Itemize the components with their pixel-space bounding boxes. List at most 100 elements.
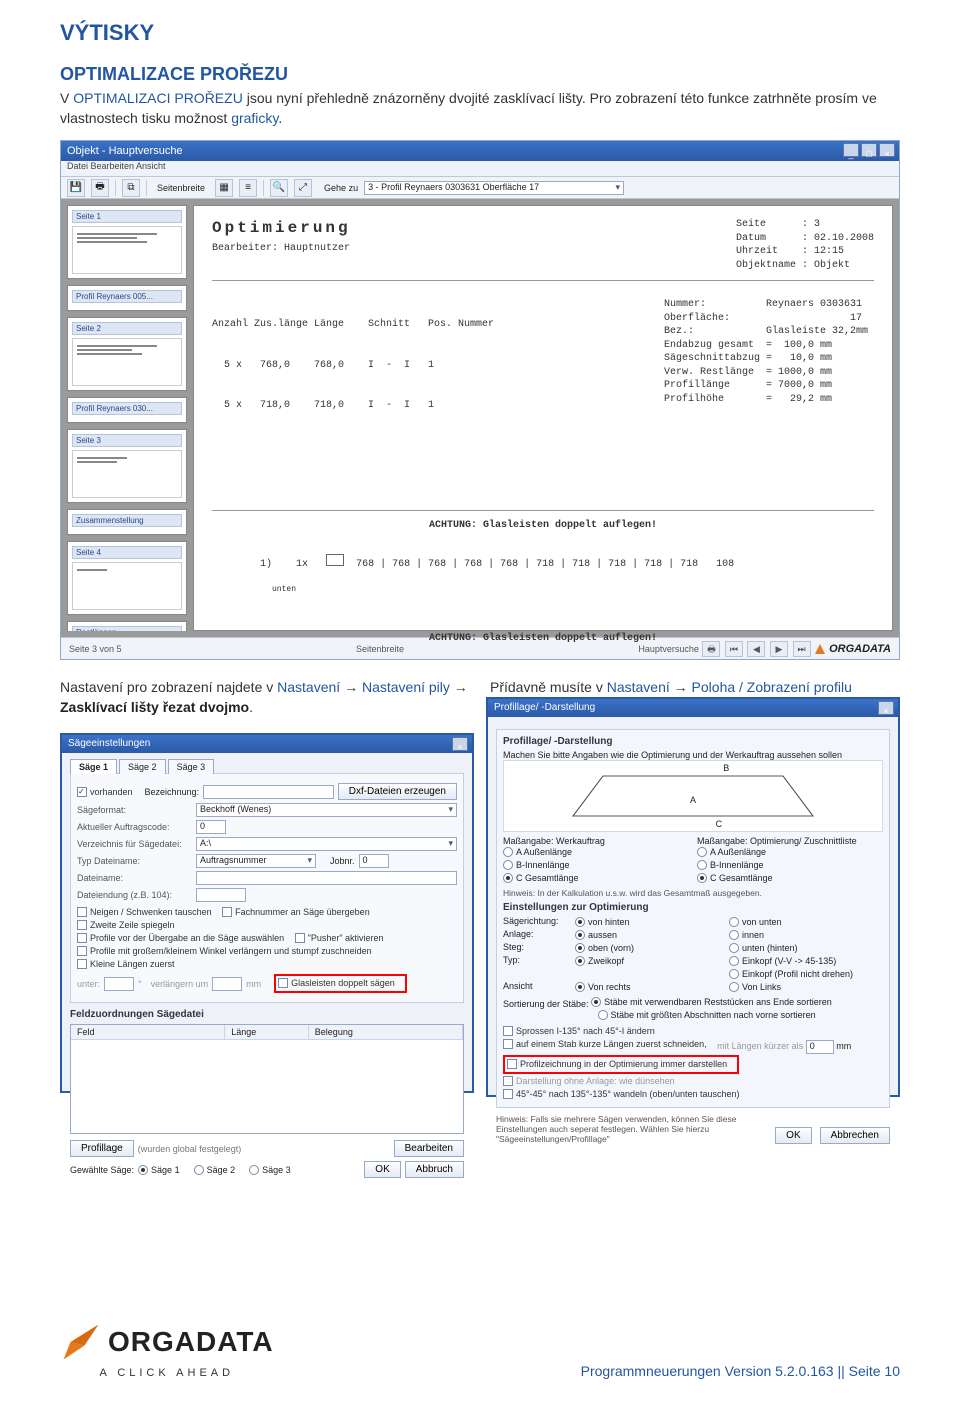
logo-arrow-icon (60, 1321, 102, 1363)
jobnr-input[interactable]: 0 (359, 854, 389, 868)
chk-profile-verlangern[interactable]: Profile mit großem/kleinem Winkel verlän… (77, 946, 372, 956)
chk-neigen[interactable]: Neigen / Schwenken tauschen (77, 907, 212, 917)
thumb-block[interactable]: Zusammenstellung (67, 509, 187, 535)
typ-dateiname-select[interactable]: Auftragsnummer (196, 854, 316, 868)
radio-von-unten[interactable]: von unten (729, 917, 873, 927)
radio-c-links[interactable]: C Gesamtlänge (503, 873, 579, 883)
chk-glasleisten-doppelt[interactable]: Glasleisten doppelt sägen (278, 978, 395, 988)
tab-sage-1[interactable]: Säge 1 (70, 759, 117, 774)
radio-a-rechts[interactable]: A Außenlänge (697, 847, 766, 857)
thumb-block[interactable]: Profil Reynaers 030... (67, 397, 187, 423)
radio-von-rechts[interactable]: Von rechts (575, 982, 719, 992)
auftragscode-input[interactable]: 0 (196, 820, 226, 834)
chk-fachnummer[interactable]: Fachnummer an Säge übergeben (222, 907, 370, 917)
dateiendung-input[interactable] (196, 888, 246, 902)
radio-sage-2[interactable]: Säge 2 (194, 1165, 236, 1175)
feld-list[interactable]: FeldLängeBelegung (70, 1024, 464, 1134)
radio-einkopf-2[interactable]: Einkopf (Profil nicht drehen) (729, 969, 873, 979)
radio-sage-1[interactable]: Säge 1 (138, 1165, 180, 1175)
footer-page-text: Programmneuerungen Version 5.2.0.163 || … (581, 1363, 900, 1379)
window-title: Objekt - Hauptversuche (67, 145, 183, 157)
chk-vorhanden[interactable]: vorhanden (77, 787, 133, 797)
achtung-1: ACHTUNG: Glasleisten doppelt auflegen! (212, 519, 874, 533)
highlight-glasleisten-doppelt: Glasleisten doppelt sägen (274, 974, 407, 993)
gehe-zu-select[interactable]: 3 - Profil Reynaers 0303631 Oberfläche 1… (364, 181, 624, 195)
save-icon[interactable]: 💾 (67, 179, 85, 197)
maximize-button[interactable]: □ (861, 143, 877, 157)
chk-zweite-zeile[interactable]: Zweite Zeile spiegeln (77, 920, 175, 930)
close-button[interactable]: × (879, 143, 895, 157)
thumb-block[interactable]: Seite 4 (67, 541, 187, 615)
ok-button[interactable]: OK (775, 1127, 811, 1144)
page-footer: ORGADATA A CLICK AHEAD Programmneuerunge… (60, 1321, 900, 1379)
list-icon[interactable]: ≡ (239, 179, 257, 197)
chk-profilzeichnung-immer[interactable]: Profilzeichnung in der Optimierung immer… (507, 1059, 727, 1069)
radio-a-links[interactable]: A Außenlänge (503, 847, 572, 857)
radio-von-links[interactable]: Von Links (729, 982, 873, 992)
radio-oben[interactable]: oben (vorn) (575, 943, 719, 953)
toolbar-seitenbreite[interactable]: Seitenbreite (153, 183, 209, 193)
minimize-button[interactable]: _ (843, 143, 859, 157)
dateiname-input[interactable] (196, 871, 457, 885)
chk-sprossen[interactable]: Sprossen I-135° nach 45°-I ändern (503, 1026, 655, 1036)
chk-kleine-langen[interactable]: Kleine Längen zuerst (77, 959, 175, 969)
bearbeiten-button[interactable]: Bearbeiten (394, 1140, 464, 1157)
dialog-title: Sägeeinstellungen (68, 738, 150, 749)
verzeichnis-select[interactable]: A:\ (196, 837, 457, 851)
thumb-block[interactable]: Seite 1 (67, 205, 187, 279)
ok-button[interactable]: OK (364, 1161, 400, 1178)
radio-von-hinten[interactable]: von hinten (575, 917, 719, 927)
radio-sage-3[interactable]: Säge 3 (249, 1165, 291, 1175)
screenshot-print-preview: Objekt - Hauptversuche _ □ × Datei Bearb… (60, 140, 900, 660)
radio-innen[interactable]: innen (729, 930, 873, 940)
page-heading-vytisky: VÝTISKY (60, 20, 900, 46)
print-icon[interactable]: 🖶 (91, 179, 109, 197)
close-icon[interactable]: × (452, 737, 468, 751)
thumb-block[interactable]: Profil Reynaers 005... (67, 285, 187, 311)
dialog-title-bar: Sägeeinstellungen × (62, 735, 472, 753)
menu-bar[interactable]: Datei Bearbeiten Ansicht (61, 161, 899, 177)
radio-b-rechts[interactable]: B-Innenlänge (697, 860, 764, 870)
intro-link-optimalizaci: OPTIMALIZACI PROŘEZU (73, 90, 243, 106)
thumbnail-panel[interactable]: Seite 1 Profil Reynaers 005... Seite 2 P… (67, 205, 187, 631)
sageformat-select[interactable]: Beckhoff (Wenes) (196, 803, 457, 817)
bezeichnung-input[interactable] (203, 785, 334, 799)
toolbar: 💾 🖶 ⧉ Seitenbreite ▦ ≡ 🔍 ⤢ Gehe zu 3 - P… (61, 177, 899, 199)
thumb-block[interactable]: Seite 3 (67, 429, 187, 503)
radio-zweikopf[interactable]: Zweikopf (575, 956, 719, 966)
radio-aussen[interactable]: aussen (575, 930, 719, 940)
page-heading-optimalizace: OPTIMALIZACE PROŘEZU (60, 64, 900, 85)
profillage-button[interactable]: Profillage (70, 1140, 134, 1157)
thumb-block[interactable]: Seite 2 (67, 317, 187, 391)
orgadata-logo: ORGADATA A CLICK AHEAD (60, 1321, 274, 1379)
chk-profile-auswahl[interactable]: Profile vor der Übergabe an die Säge aus… (77, 933, 284, 943)
radio-einkopf-1[interactable]: Einkopf (V-V -> 45-135) (729, 956, 873, 966)
chk-pusher[interactable]: "Pusher" aktivieren (295, 933, 384, 943)
copy-icon[interactable]: ⧉ (122, 179, 140, 197)
thumb-block[interactable]: Restlängen (67, 621, 187, 631)
dxf-button[interactable]: Dxf-Dateien erzeugen (338, 783, 457, 800)
radio-b-links[interactable]: B-Innenlänge (503, 860, 570, 870)
chk-darstellung-ohne[interactable]: Darstellung ohne Anlage: wie dünsehen (503, 1076, 675, 1086)
preview-header-right: Seite : 3 Datum : 02.10.2008 Uhrzeit : 1… (736, 218, 874, 272)
abbruch-button[interactable]: Abbruch (405, 1161, 464, 1178)
abbrechen-button[interactable]: Abbrechen (820, 1127, 890, 1144)
radio-c-rechts[interactable]: C Gesamtlänge (697, 873, 773, 883)
zoom-icon[interactable]: ⤢ (294, 179, 312, 197)
hinweis-mehrere-sagen: Hinweis: Falls sie mehrere Sägen verwend… (496, 1114, 767, 1144)
close-icon[interactable]: × (878, 701, 894, 715)
group-feldzuordnungen: Feldzuordnungen Sägedatei (70, 1009, 464, 1020)
dialog-profillage: Profillage/ -Darstellung × Profillage/ -… (486, 697, 900, 1097)
dialog-sageeinstellungen: Sägeeinstellungen × Säge 1 Säge 2 Säge 3… (60, 733, 474, 1093)
search-icon[interactable]: 🔍 (270, 179, 288, 197)
dialog-title: Profillage/ -Darstellung (494, 702, 595, 713)
radio-unten[interactable]: unten (hinten) (729, 943, 873, 953)
tab-sage-3[interactable]: Säge 3 (168, 759, 215, 774)
chk-stab-kurze[interactable]: auf einem Stab kurze Längen zuerst schne… (503, 1039, 707, 1049)
grid-icon[interactable]: ▦ (215, 179, 233, 197)
chk-45-135[interactable]: 45°-45° nach 135°-135° wandeln (oben/unt… (503, 1089, 740, 1099)
tab-sage-2[interactable]: Säge 2 (119, 759, 166, 774)
radio-sort-2[interactable]: Stäbe mit größten Abschnitten nach vorne… (598, 1010, 816, 1020)
radio-sort-1[interactable]: Stäbe mit verwendbaren Reststücken ans E… (591, 997, 832, 1007)
preview-title: Optimierung (212, 218, 351, 240)
